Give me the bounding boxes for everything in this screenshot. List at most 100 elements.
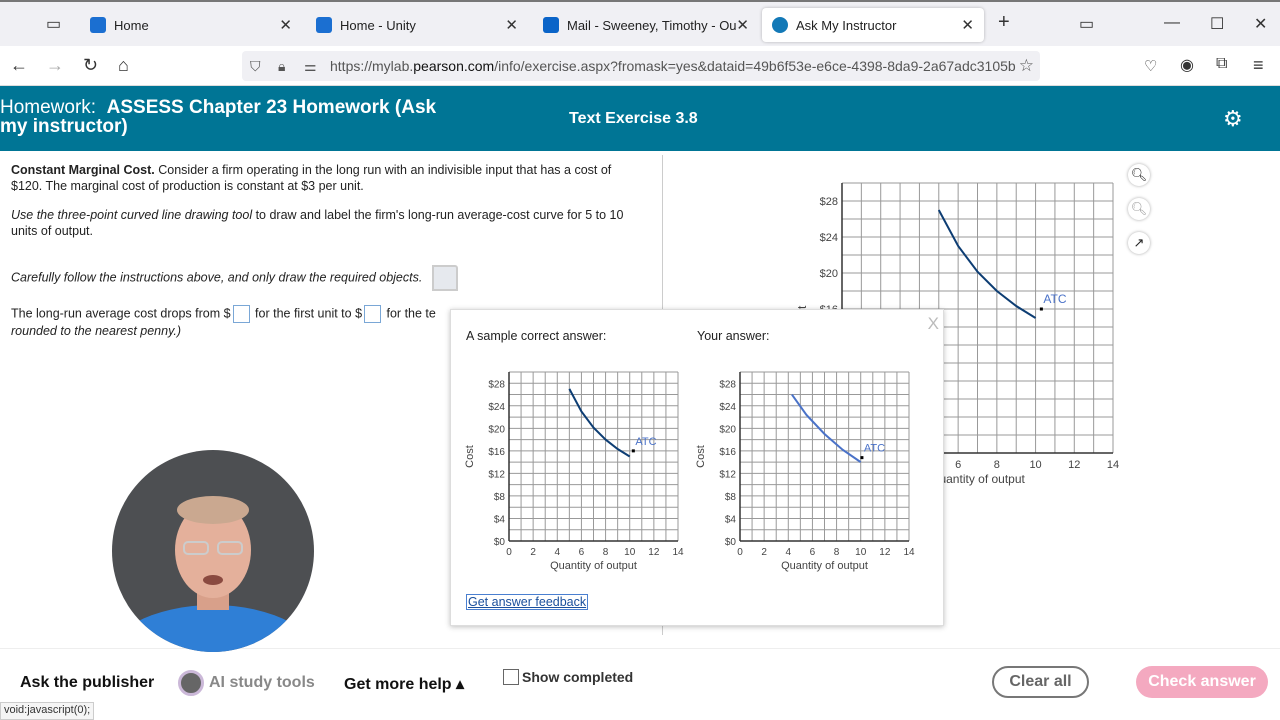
unity-icon [90,17,106,33]
ai-study-tools-link[interactable]: AI study tools [209,674,315,692]
close-popup-button[interactable]: X [928,314,939,334]
zoom-out-icon[interactable]: 🔍︎ [1128,198,1150,220]
y-tick-label: $16 [488,447,505,458]
label-anchor-point [1039,307,1043,311]
url-path: /info/exercise.aspx?fromask=yes&dataid=4… [494,58,1016,74]
window-icon[interactable]: ▭ [1079,14,1094,34]
y-tick-label: $4 [494,514,506,525]
forward-icon[interactable]: → [46,55,64,76]
url-domain: pearson.com [413,58,495,74]
x-tick-label: 6 [810,547,816,558]
back-icon[interactable]: ← [10,55,28,76]
y-axis-label: Cost [464,445,476,468]
close-tab-icon[interactable]: ✕ [961,16,974,34]
tab-home-unity[interactable]: Home - Unity ✕ [306,8,528,42]
tab-mail[interactable]: Mail - Sweeney, Timothy - Outlo ✕ [533,8,755,42]
webcam-video [112,450,314,652]
x-tick-label: 10 [1029,459,1041,471]
answer-comparison-popup: X A sample correct answer: Your answer: … [450,309,944,626]
footer-bar: Ask the publisher AI study tools Get mor… [0,648,1280,702]
get-answer-feedback-link[interactable]: Get answer feedback [466,594,589,610]
follow-instructions: Carefully follow the instructions above,… [11,270,423,285]
close-window-button[interactable]: ✕ [1254,14,1267,34]
close-tab-icon[interactable]: ✕ [505,16,518,34]
tab-title: Home [114,17,149,33]
lock-icon[interactable]: 🔒︎ [278,51,285,81]
show-completed-label: Show completed [522,669,634,685]
exercise-title: Text Exercise 3.8 [569,110,698,127]
new-tab-button[interactable]: + [998,11,1010,34]
tab-overview-icon[interactable]: ▭ [46,14,61,34]
settings-gear-icon[interactable]: ⚙ [1223,106,1243,132]
label-anchor-point [631,449,635,453]
shield-icon[interactable]: ⛉ [250,51,261,81]
x-tick-label: 0 [506,547,512,558]
fill-text: for the first unit to $ [251,306,363,321]
your-answer-label: Your answer: [697,329,770,343]
drawing-tools-icon[interactable] [431,265,458,291]
x-tick-label: 4 [786,547,792,558]
tab-title: Home - Unity [340,17,416,33]
curve-label: ATC [1043,292,1066,306]
menu-icon[interactable]: ≡ [1253,55,1264,76]
y-tick-label: $8 [494,492,506,503]
permissions-icon[interactable]: ⚌ [304,51,317,81]
y-tick-label: $28 [820,196,838,208]
tab-title: Mail - Sweeney, Timothy - Outlo [567,17,737,33]
y-tick-label: $24 [488,402,505,413]
x-axis-label: Quantity of output [781,560,868,572]
maximize-button[interactable]: ☐ [1210,14,1224,34]
pearson-icon [772,17,788,33]
bookmark-star-icon[interactable]: ☆ [1018,51,1034,81]
clear-all-button[interactable]: Clear all [992,666,1089,698]
account-icon[interactable]: ◉ [1180,55,1194,75]
ask-the-publisher-link[interactable]: Ask the publisher [20,674,154,692]
curve-label: ATC [635,436,656,448]
url-bar[interactable]: ⛉ 🔒︎ ⚌ https://mylab.pearson.com/info/ex… [242,51,1040,81]
pocket-icon[interactable]: ♡ [1144,57,1157,75]
y-tick-label: $24 [719,402,736,413]
x-tick-label: 4 [555,547,561,558]
y-tick-label: $28 [488,379,505,390]
label-anchor-point [860,456,864,460]
homework-label: Homework: [0,97,97,118]
answer-input-tenth-unit[interactable] [364,305,382,323]
y-tick-label: $16 [719,447,736,458]
get-more-help-menu[interactable]: Get more help ▴ [344,674,464,694]
extensions-icon[interactable]: ⧉ [1216,55,1227,73]
show-completed-checkbox[interactable] [503,669,519,685]
question-title: Constant Marginal Cost. [11,163,155,177]
y-tick-label: $28 [719,379,736,390]
reload-icon[interactable]: ↻ [83,55,98,76]
presenter-image [112,496,314,652]
x-tick-label: 8 [834,547,840,558]
answer-input-first-unit[interactable] [232,305,250,323]
y-tick-label: $0 [494,537,506,548]
x-axis-label: Quantity of output [930,472,1025,486]
ai-study-tools-icon[interactable] [178,670,204,696]
y-tick-label: $20 [719,424,736,435]
home-icon[interactable]: ⌂ [118,55,129,76]
x-tick-label: 8 [603,547,609,558]
atc-curve [937,209,1037,319]
x-tick-label: 14 [1107,459,1119,471]
x-tick-label: 14 [903,547,915,558]
browser-tab-bar: ▭ Home ✕ Home - Unity ✕ Mail - Sweeney, Ti… [0,0,1280,46]
instruction-tool: Use the three-point curved line drawing … [11,208,253,222]
y-tick-label: $12 [488,469,505,480]
tab-ask-my-instructor[interactable]: Ask My Instructor ✕ [762,8,984,42]
zoom-in-icon[interactable]: 🔍︎ [1128,164,1150,186]
tab-home[interactable]: Home ✕ [80,8,302,42]
x-tick-label: 8 [994,459,1000,471]
unity-icon [316,17,332,33]
close-tab-icon[interactable]: ✕ [279,16,292,34]
x-tick-label: 0 [737,547,743,558]
close-tab-icon[interactable]: ✕ [736,16,749,34]
popout-icon[interactable]: ↗ [1128,232,1150,254]
minimize-button[interactable]: — [1164,14,1180,32]
x-tick-label: 12 [648,547,660,558]
x-tick-label: 10 [624,547,636,558]
check-answer-button[interactable]: Check answer [1136,666,1268,698]
sample-answer-graph: 0 2 4 6 8 10 12 14 $0 $4 $8 $12 $16 $20 $24 $28 Quantity… [464,371,684,572]
curve-label: ATC [864,443,885,455]
